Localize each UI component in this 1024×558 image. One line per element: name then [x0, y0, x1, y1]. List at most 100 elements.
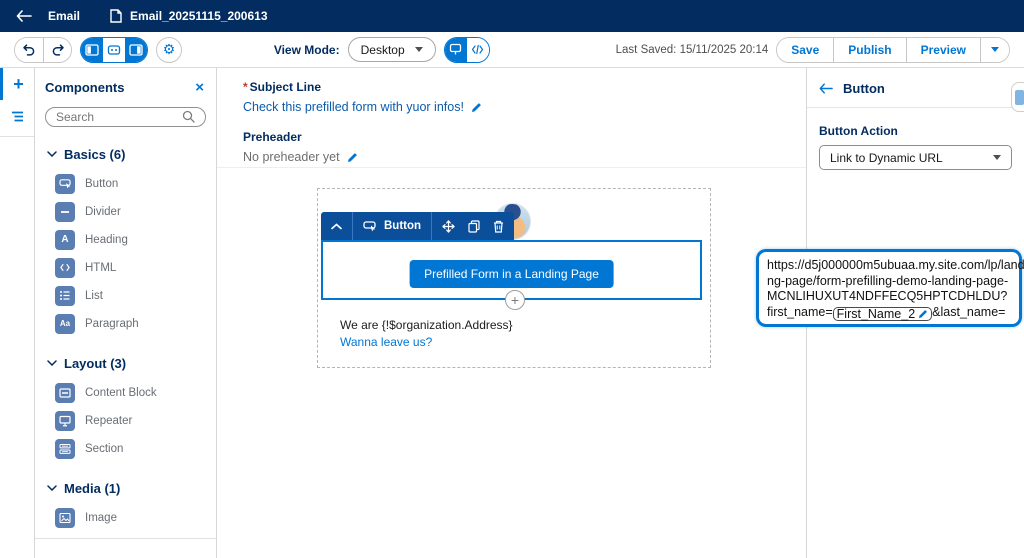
html-icon [55, 258, 75, 278]
rail-components-button[interactable]: + [0, 68, 34, 100]
merge-field-pill[interactable]: First_Name_2 [833, 307, 933, 321]
divider-icon [55, 202, 75, 222]
edit-pencil-icon[interactable] [918, 309, 928, 319]
preheader-label: Preheader [243, 130, 806, 144]
copy-icon[interactable] [468, 220, 480, 233]
left-panel-toggle-button[interactable] [81, 38, 103, 62]
panel-visibility-toggle [80, 37, 148, 63]
component-item-button[interactable]: Button [45, 170, 206, 198]
panel-handle-icon [1015, 90, 1024, 105]
caret-down-icon [991, 47, 999, 52]
component-item-repeater[interactable]: Repeater [45, 407, 206, 435]
component-item-image[interactable]: Image [45, 504, 206, 532]
section-basics[interactable]: Basics (6) [47, 147, 206, 162]
section-media[interactable]: Media (1) [47, 481, 206, 496]
component-item-paragraph[interactable]: Aa Paragraph [45, 310, 206, 338]
dynamic-url-input[interactable]: https://d5j000000m5ubuaa.my.site.com/lp/… [756, 249, 1022, 327]
button-icon [55, 174, 75, 194]
heading-icon: A [55, 230, 75, 250]
chevron-down-icon [47, 151, 57, 157]
email-cta-button[interactable]: Prefilled Form in a Landing Page [409, 260, 614, 288]
unsubscribe-link[interactable]: Wanna leave us? [340, 334, 513, 351]
chevron-down-icon [47, 360, 57, 366]
right-panel-icon [129, 44, 143, 56]
component-item-html[interactable]: HTML [45, 254, 206, 282]
caret-down-icon [415, 47, 423, 52]
panel-collapse-handle[interactable] [1011, 82, 1024, 112]
button-icon [363, 220, 377, 232]
subject-line-value[interactable]: Check this prefilled form with yuor info… [243, 100, 464, 114]
component-item-section[interactable]: Section [45, 435, 206, 463]
button-action-label: Button Action [819, 124, 1012, 138]
components-panel-footer [35, 538, 216, 558]
trash-icon[interactable] [493, 220, 504, 233]
components-search[interactable] [45, 107, 206, 127]
settings-button[interactable]: ⚙ [156, 37, 182, 63]
component-type-tab[interactable]: Button [352, 212, 431, 240]
view-mode-select[interactable]: Desktop [348, 37, 436, 62]
design-code-toggle [444, 37, 490, 63]
content-area: + Components × Basics (6) Button [0, 68, 1024, 558]
url-line: https://d5j000000m5ubuaa.my.site.com/lp/… [767, 258, 1011, 274]
button-action-select[interactable]: Link to Dynamic URL [819, 145, 1012, 170]
canvas-preview-toggle-button[interactable] [103, 38, 125, 62]
more-actions-button[interactable] [980, 38, 1009, 62]
subject-line-label: Subject Line [250, 80, 321, 94]
publish-button[interactable]: Publish [833, 38, 905, 62]
component-item-content-block[interactable]: Content Block [45, 379, 206, 407]
collapse-toolbar-button[interactable] [321, 212, 352, 240]
last-saved-text: Last Saved: 15/11/2025 20:14 [616, 44, 769, 56]
preheader-value[interactable]: No preheader yet [243, 150, 340, 164]
back-arrow-icon[interactable] [16, 10, 32, 22]
design-mode-icon [449, 43, 462, 56]
move-icon[interactable] [442, 220, 455, 233]
document-icon [110, 9, 122, 23]
code-icon [471, 44, 484, 55]
email-body-container[interactable]: Button Prefilled Form in a Landing Page … [317, 188, 711, 368]
add-component-button[interactable]: + [505, 290, 525, 310]
undo-button[interactable] [15, 38, 43, 62]
components-panel: Components × Basics (6) Button Divider A [35, 68, 217, 558]
redo-button[interactable] [43, 38, 71, 62]
caret-down-icon [993, 155, 1001, 160]
search-icon [182, 110, 195, 123]
redo-icon [51, 43, 65, 57]
section-icon [55, 439, 75, 459]
required-asterisk: * [243, 80, 248, 94]
document-title: Email_20251115_200613 [130, 9, 267, 23]
save-button[interactable]: Save [777, 38, 833, 62]
left-panel-icon [85, 44, 99, 56]
component-item-list[interactable]: List [45, 282, 206, 310]
components-panel-title: Components [45, 80, 124, 95]
component-item-divider[interactable]: Divider [45, 198, 206, 226]
rail-structure-button[interactable] [0, 100, 34, 132]
component-actions [431, 212, 514, 240]
repeater-icon [55, 411, 75, 431]
undo-redo-group [14, 37, 72, 63]
code-view-button[interactable] [467, 38, 489, 62]
right-panel-toggle-button[interactable] [125, 38, 147, 62]
image-icon [55, 508, 75, 528]
list-icon [55, 286, 75, 306]
preview-button[interactable]: Preview [906, 38, 980, 62]
edit-pencil-icon[interactable] [471, 102, 482, 113]
outline-list-icon [11, 111, 24, 122]
view-mode-label: View Mode: [274, 43, 340, 57]
back-arrow-icon[interactable] [819, 83, 833, 94]
button-action-value: Link to Dynamic URL [830, 151, 943, 165]
content-block-icon [55, 383, 75, 403]
email-body-text: We are {!$organization.Address} [340, 317, 513, 334]
section-layout[interactable]: Layout (3) [47, 356, 206, 371]
url-line: first_name=First_Name_2&last_name= [767, 305, 1011, 322]
subject-preheader-block: *Subject Line Check this prefilled form … [217, 68, 806, 168]
gear-icon: ⚙ [163, 41, 176, 58]
chevron-up-icon [331, 223, 342, 230]
document-tab[interactable]: Email_20251115_200613 [110, 9, 267, 23]
search-input[interactable] [56, 110, 176, 124]
component-item-heading[interactable]: A Heading [45, 226, 206, 254]
design-mode-button[interactable] [445, 38, 467, 62]
edit-pencil-icon[interactable] [347, 152, 358, 163]
canvas-preview-icon [107, 44, 121, 56]
merge-field-label: First_Name_2 [837, 307, 916, 323]
close-icon[interactable]: × [195, 83, 204, 93]
